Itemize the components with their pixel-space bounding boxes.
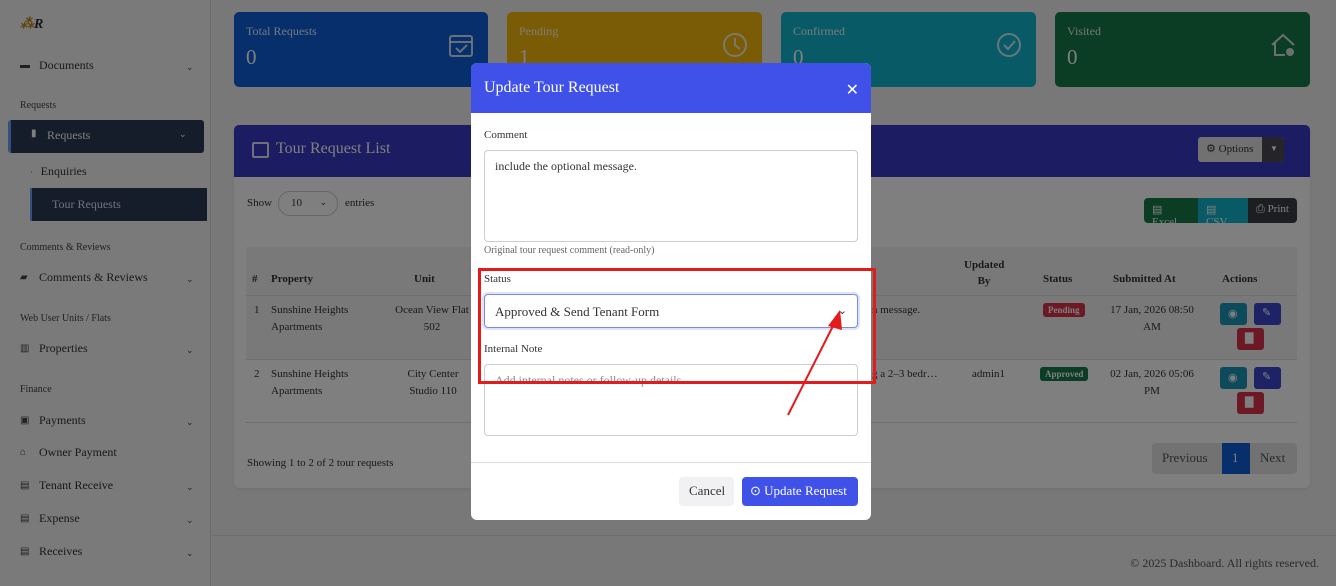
- close-icon[interactable]: ✕: [846, 80, 859, 100]
- comment-textarea[interactable]: include the optional message.: [484, 150, 858, 242]
- annotation-arrow-icon: [787, 310, 842, 416]
- cancel-button[interactable]: Cancel: [679, 477, 734, 506]
- modal-footer-divider: [471, 462, 871, 463]
- modal-title: Update Tour Request: [484, 79, 620, 96]
- modal-header: Update Tour Request: [471, 63, 871, 113]
- check-circle-icon: ⊙: [750, 483, 761, 498]
- update-request-button[interactable]: ⊙ Update Request: [742, 477, 858, 506]
